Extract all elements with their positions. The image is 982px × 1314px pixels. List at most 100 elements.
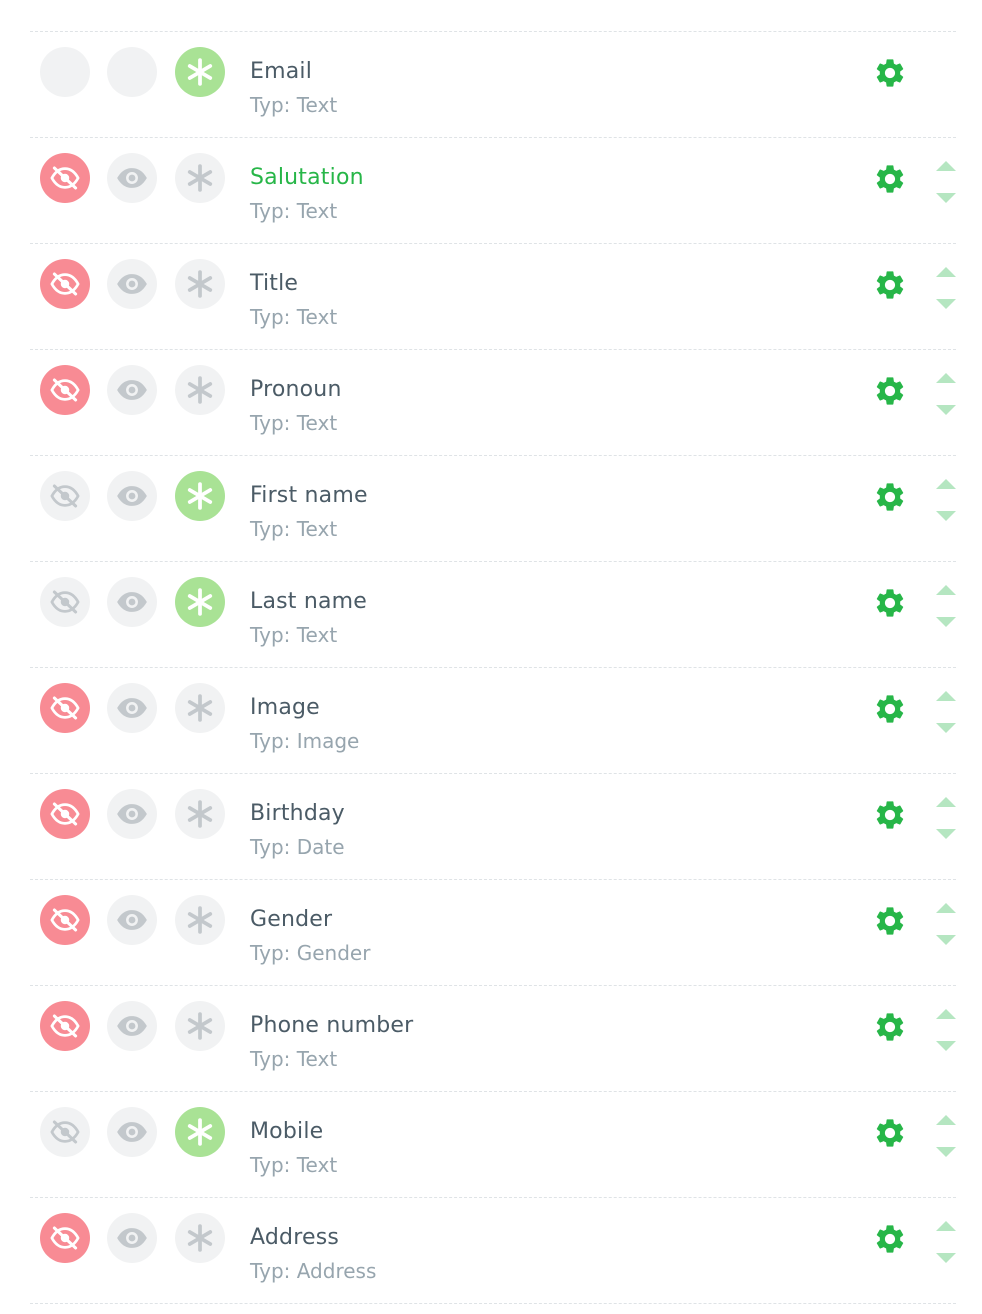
eye-slash-icon	[50, 587, 80, 617]
arrow-up-icon[interactable]	[936, 262, 956, 277]
visible-toggle[interactable]	[107, 259, 157, 309]
visible-toggle[interactable]	[107, 789, 157, 839]
required-toggle[interactable]	[175, 47, 225, 97]
eye-slash-icon	[50, 1223, 80, 1253]
gear-icon[interactable]	[873, 56, 907, 90]
field-type: Typ: Image	[250, 729, 360, 753]
hidden-toggle[interactable]	[40, 153, 90, 203]
required-toggle[interactable]	[175, 259, 225, 309]
arrow-down-icon[interactable]	[936, 506, 956, 521]
arrow-up-icon[interactable]	[936, 792, 956, 807]
arrow-up-icon[interactable]	[936, 1110, 956, 1125]
hidden-toggle[interactable]	[40, 471, 90, 521]
required-toggle[interactable]	[175, 365, 225, 415]
field-label[interactable]: Salutation	[250, 164, 364, 192]
asterisk-icon	[185, 57, 215, 87]
visible-toggle[interactable]	[107, 1213, 157, 1263]
gear-icon[interactable]	[873, 162, 907, 196]
field-row: Pronoun Typ: Text	[30, 350, 956, 456]
arrow-down-icon[interactable]	[936, 612, 956, 627]
field-type: Typ: Gender	[250, 941, 371, 965]
required-toggle[interactable]	[175, 471, 225, 521]
arrow-down-icon[interactable]	[936, 718, 956, 733]
arrow-down-icon[interactable]	[936, 1142, 956, 1157]
arrow-up-icon[interactable]	[936, 1216, 956, 1231]
field-label[interactable]: Birthday	[250, 800, 345, 828]
required-toggle[interactable]	[175, 1213, 225, 1263]
eye-slash-icon	[50, 1117, 80, 1147]
hidden-toggle[interactable]	[40, 1001, 90, 1051]
visible-toggle[interactable]	[107, 153, 157, 203]
field-label[interactable]: Image	[250, 694, 320, 722]
hidden-toggle[interactable]	[40, 1107, 90, 1157]
visible-toggle[interactable]	[107, 683, 157, 733]
field-label[interactable]: Last name	[250, 588, 367, 616]
field-label[interactable]: Title	[250, 270, 298, 298]
field-label[interactable]: Mobile	[250, 1118, 323, 1146]
hidden-toggle[interactable]	[40, 47, 90, 97]
hidden-toggle[interactable]	[40, 789, 90, 839]
visible-toggle[interactable]	[107, 1001, 157, 1051]
gear-icon[interactable]	[873, 798, 907, 832]
required-toggle[interactable]	[175, 789, 225, 839]
required-toggle[interactable]	[175, 153, 225, 203]
field-label[interactable]: Address	[250, 1224, 339, 1252]
gear-icon[interactable]	[873, 268, 907, 302]
field-label[interactable]: Gender	[250, 906, 332, 934]
arrow-up-icon[interactable]	[936, 686, 956, 701]
arrow-down-icon[interactable]	[936, 930, 956, 945]
gear-icon[interactable]	[873, 692, 907, 726]
field-row: Email Typ: Text	[30, 32, 956, 138]
hidden-toggle[interactable]	[40, 1213, 90, 1263]
hidden-toggle[interactable]	[40, 577, 90, 627]
visible-toggle[interactable]	[107, 471, 157, 521]
visible-toggle[interactable]	[107, 365, 157, 415]
required-toggle[interactable]	[175, 1107, 225, 1157]
required-toggle[interactable]	[175, 1001, 225, 1051]
arrow-up-icon[interactable]	[936, 1004, 956, 1019]
visible-toggle[interactable]	[107, 577, 157, 627]
gear-icon[interactable]	[873, 480, 907, 514]
eye-slash-icon	[50, 799, 80, 829]
arrow-up-icon[interactable]	[936, 474, 956, 489]
field-label[interactable]: Pronoun	[250, 376, 342, 404]
arrow-down-icon[interactable]	[936, 824, 956, 839]
field-label[interactable]: Email	[250, 58, 312, 86]
required-toggle[interactable]	[175, 895, 225, 945]
hidden-toggle[interactable]	[40, 895, 90, 945]
arrow-down-icon[interactable]	[936, 294, 956, 309]
field-row: Address Typ: Address	[30, 1198, 956, 1304]
visible-toggle[interactable]	[107, 895, 157, 945]
arrow-up-icon[interactable]	[936, 368, 956, 383]
gear-icon[interactable]	[873, 1222, 907, 1256]
gear-icon[interactable]	[873, 1116, 907, 1150]
hidden-toggle[interactable]	[40, 259, 90, 309]
gear-icon[interactable]	[873, 904, 907, 938]
eye-icon	[115, 479, 149, 513]
required-toggle[interactable]	[175, 683, 225, 733]
gear-icon[interactable]	[873, 586, 907, 620]
visible-toggle[interactable]	[107, 47, 157, 97]
arrow-down-icon[interactable]	[936, 188, 956, 203]
gear-icon[interactable]	[873, 374, 907, 408]
eye-icon	[115, 1221, 149, 1255]
arrow-down-icon[interactable]	[936, 1036, 956, 1051]
gear-icon[interactable]	[873, 1010, 907, 1044]
hidden-toggle[interactable]	[40, 365, 90, 415]
field-type: Typ: Text	[250, 623, 338, 647]
field-label[interactable]: Phone number	[250, 1012, 413, 1040]
eye-icon	[115, 797, 149, 831]
arrow-up-icon[interactable]	[936, 898, 956, 913]
arrow-up-icon[interactable]	[936, 156, 956, 171]
arrow-down-icon[interactable]	[936, 400, 956, 415]
required-toggle[interactable]	[175, 577, 225, 627]
field-label[interactable]: First name	[250, 482, 368, 510]
arrow-down-icon[interactable]	[936, 1248, 956, 1263]
arrow-up-icon[interactable]	[936, 580, 956, 595]
visible-toggle[interactable]	[107, 1107, 157, 1157]
field-type: Typ: Text	[250, 199, 338, 223]
field-row: Title Typ: Text	[30, 244, 956, 350]
asterisk-icon	[185, 163, 215, 193]
hidden-toggle[interactable]	[40, 683, 90, 733]
eye-icon	[115, 1009, 149, 1043]
